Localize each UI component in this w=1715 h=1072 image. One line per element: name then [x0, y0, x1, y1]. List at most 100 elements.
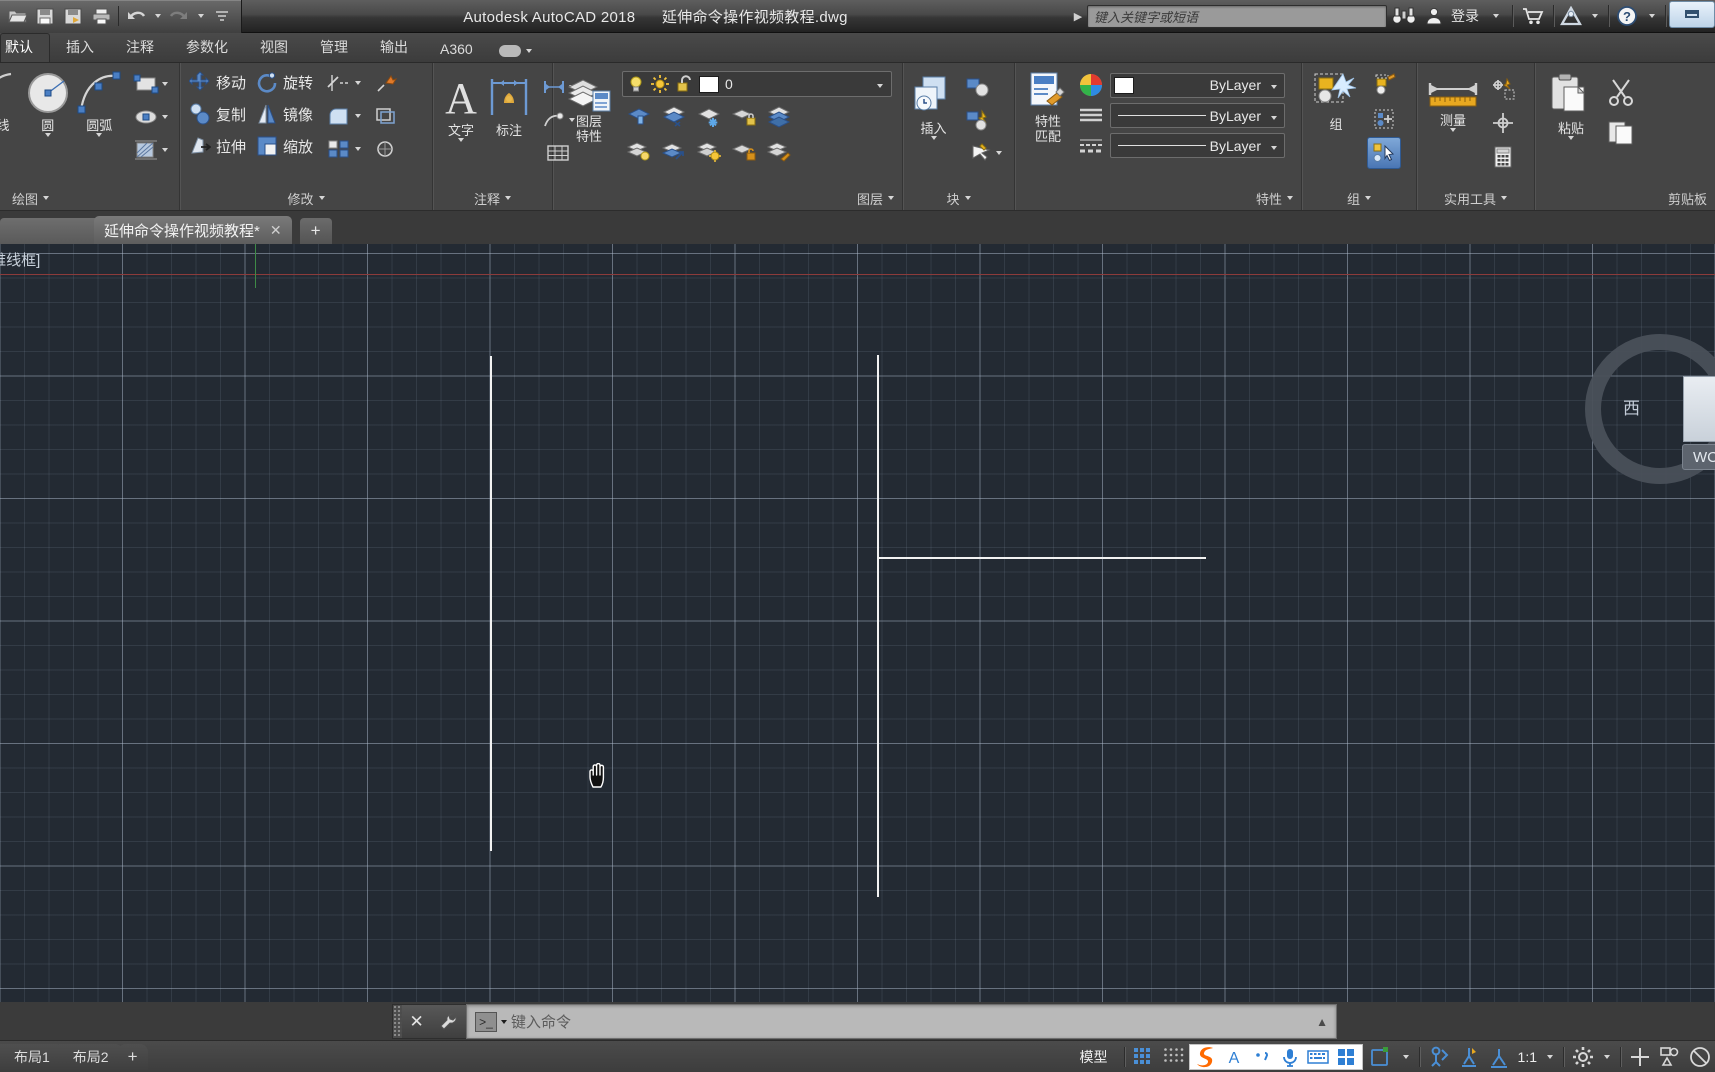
ribbon-tab-overflow[interactable] — [489, 45, 542, 62]
horizontal-line[interactable] — [879, 557, 1206, 559]
isolate-objects-icon[interactable] — [1655, 1041, 1685, 1072]
ribbon-tab-parametric[interactable]: 参数化 — [170, 34, 244, 62]
chevron-down-icon[interactable] — [44, 132, 51, 137]
command-prompt-icon[interactable]: >_ — [475, 1011, 497, 1032]
draw-rectangle-button[interactable] — [126, 68, 174, 100]
measure-button[interactable]: 测量 — [1422, 73, 1484, 134]
lineweight-icon[interactable] — [1078, 136, 1104, 156]
undo-dropdown-icon[interactable] — [151, 3, 164, 30]
chevron-down-icon[interactable] — [501, 1019, 507, 1024]
panel-layers-title-row[interactable]: 图层 — [553, 186, 902, 210]
vertical-line-right[interactable] — [877, 355, 879, 897]
chevron-down-icon[interactable] — [96, 132, 103, 137]
search-input[interactable]: 键入关键字或短语 — [1087, 4, 1387, 28]
autodesk-app-icon[interactable] — [1557, 0, 1585, 33]
modify-mirror-button[interactable]: 镜像 — [252, 99, 317, 129]
chevron-down-icon[interactable] — [995, 151, 1002, 155]
copy-clipboard-button[interactable] — [1604, 113, 1638, 151]
panel-utilities-title-row[interactable]: 实用工具 — [1417, 186, 1534, 210]
layer-thaw-button[interactable] — [692, 135, 726, 167]
sign-in-button[interactable]: 登录 — [1447, 6, 1483, 26]
linetype-icon[interactable] — [1078, 106, 1104, 126]
chevron-down-icon[interactable] — [161, 115, 168, 119]
panel-draw-title-row[interactable]: 绘图 — [0, 186, 179, 210]
block-editor-button[interactable] — [961, 71, 995, 103]
layer-properties-button[interactable]: 图层 特性 — [558, 69, 620, 147]
chevron-down-icon[interactable] — [458, 137, 464, 142]
viewcube-cube[interactable] — [1683, 376, 1715, 442]
layer-off-button[interactable] — [692, 100, 726, 132]
fullscreen-icon[interactable] — [1625, 1041, 1655, 1072]
panel-block-title-row[interactable]: 块 — [903, 186, 1014, 210]
model-space-button[interactable]: 模型 — [1068, 1047, 1120, 1067]
ribbon-tab-default[interactable]: 默认 — [0, 33, 50, 62]
wcs-selector-button[interactable]: WC — [1682, 444, 1715, 470]
undo-icon[interactable] — [123, 3, 149, 30]
search-expand-icon[interactable]: ▶ — [1069, 10, 1087, 23]
minimize-button[interactable] — [1669, 0, 1715, 28]
cart-icon[interactable] — [1516, 0, 1550, 33]
help-icon[interactable]: ? — [1612, 0, 1642, 33]
redo-dropdown-icon[interactable] — [194, 3, 207, 30]
layer-match-button[interactable] — [762, 135, 796, 167]
draw-hatch-button[interactable] — [126, 134, 174, 166]
modify-offset-button[interactable] — [369, 100, 403, 132]
layer-isolate-button[interactable] — [622, 100, 656, 132]
chevron-down-icon[interactable] — [1568, 135, 1574, 140]
autodesk-app-dropdown-icon[interactable] — [1585, 0, 1605, 33]
panel-annotation-title-row[interactable]: 注释 — [433, 186, 552, 210]
annotation-scale-icon[interactable] — [1484, 1041, 1514, 1072]
panel-modify-title-row[interactable]: 修改 — [180, 186, 432, 210]
chevron-down-icon[interactable] — [1267, 137, 1281, 155]
autoscale-icon[interactable] — [1454, 1041, 1484, 1072]
user-icon[interactable] — [1421, 0, 1447, 33]
draw-line-button[interactable]: 线 — [0, 68, 21, 135]
ime-toolbox-icon[interactable] — [1332, 1045, 1360, 1069]
point-id-button[interactable] — [1486, 107, 1520, 139]
qat-more-icon[interactable] — [209, 3, 235, 30]
grid-display-icon[interactable] — [1129, 1041, 1159, 1072]
layer-make-current-button[interactable] — [657, 135, 691, 167]
draw-circle-button[interactable]: 圆 — [23, 68, 73, 139]
new-layout-button[interactable]: + — [117, 1043, 148, 1070]
scale-dropdown-icon[interactable] — [1541, 1041, 1559, 1072]
quick-select-button[interactable] — [1486, 73, 1520, 105]
workspace-icon[interactable] — [1363, 1041, 1397, 1072]
command-settings-icon[interactable] — [439, 1012, 459, 1032]
color-wheel-icon[interactable] — [1078, 72, 1104, 98]
snap-mode-icon[interactable] — [1159, 1041, 1189, 1072]
modify-rotate-button[interactable]: 旋转 — [252, 67, 317, 97]
calculator-button[interactable] — [1486, 141, 1520, 173]
command-history-icon[interactable]: ▲ — [1316, 1015, 1328, 1029]
block-attribute-button[interactable] — [961, 104, 995, 136]
ime-punctuation-icon[interactable] — [1248, 1045, 1276, 1069]
modify-fillet-button[interactable] — [319, 100, 367, 132]
annotation-dimension-button[interactable]: 标注 — [486, 71, 532, 140]
annotation-visibility-icon[interactable] — [1424, 1041, 1454, 1072]
ribbon-tab-view[interactable]: 视图 — [244, 34, 304, 62]
layer-selector-dropdown[interactable]: 0 — [622, 71, 892, 97]
modify-move-button[interactable]: 移动 — [185, 67, 250, 97]
ribbon-tab-annotate[interactable]: 注释 — [110, 34, 170, 62]
viewport-label[interactable]: [二维线框] — [0, 249, 40, 270]
command-close-icon[interactable]: ✕ — [409, 1012, 423, 1032]
color-dropdown[interactable]: ByLayer — [1110, 72, 1285, 98]
binoculars-icon[interactable] — [1387, 0, 1421, 33]
modify-chamfer-button[interactable] — [369, 133, 403, 165]
layer-freeze-button[interactable] — [657, 100, 691, 132]
modify-explode-button[interactable] — [369, 67, 403, 99]
annotation-scale-value[interactable]: 1:1 — [1514, 1049, 1541, 1065]
layer-lock-button[interactable] — [727, 100, 761, 132]
draw-arc-button[interactable]: 圆弧 — [75, 68, 125, 139]
chevron-down-icon[interactable] — [354, 147, 361, 151]
ime-sogou-icon[interactable] — [1192, 1045, 1220, 1069]
group-button[interactable]: 组 — [1307, 69, 1365, 134]
ribbon-tab-a360[interactable]: A360 — [424, 38, 489, 62]
ime-voice-icon[interactable] — [1276, 1045, 1304, 1069]
ribbon-tab-insert[interactable]: 插入 — [50, 34, 110, 62]
chevron-down-icon[interactable] — [930, 135, 937, 140]
help-dropdown-icon[interactable] — [1642, 0, 1662, 33]
modify-trim-button[interactable] — [319, 67, 367, 99]
layer-unlock-button[interactable] — [727, 135, 761, 167]
customization-dropdown-icon[interactable] — [1598, 1041, 1616, 1072]
